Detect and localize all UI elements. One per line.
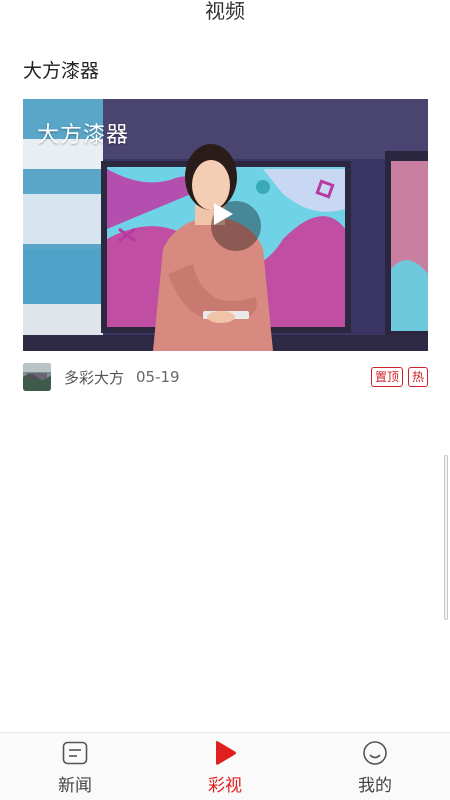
video-caption: 大方漆器 [37,123,130,148]
article-meta: 多彩大方 05-19 置顶 热 [23,363,428,391]
tab-video-label: 彩视 [208,776,242,796]
top-bar: 视频 [0,0,450,30]
hot-badge: 热 [407,367,428,387]
bottom-tab-bar: 新闻 彩视 我的 [0,732,450,800]
publish-date: 05-19 [136,368,180,386]
tab-news[interactable]: 新闻 [0,733,150,800]
tab-news-label: 新闻 [58,776,92,796]
play-icon [214,203,233,225]
play-button[interactable] [211,201,261,251]
tab-mine-label: 我的 [358,776,392,796]
tab-video[interactable]: 彩视 [150,733,300,800]
pinned-badge: 置顶 [370,367,403,387]
smiley-icon [362,740,388,766]
tag-group: 置顶 热 [370,367,428,387]
news-icon [62,740,88,766]
video-player[interactable]: 大方漆器 [23,99,428,351]
tab-mine[interactable]: 我的 [300,733,450,800]
article-title[interactable]: 大方漆器 [23,58,99,84]
scrollbar[interactable] [444,455,448,620]
video-play-icon [212,740,238,766]
source-name[interactable]: 多彩大方 [64,367,124,388]
source-avatar[interactable] [23,363,51,391]
page-title: 视频 [205,0,245,23]
